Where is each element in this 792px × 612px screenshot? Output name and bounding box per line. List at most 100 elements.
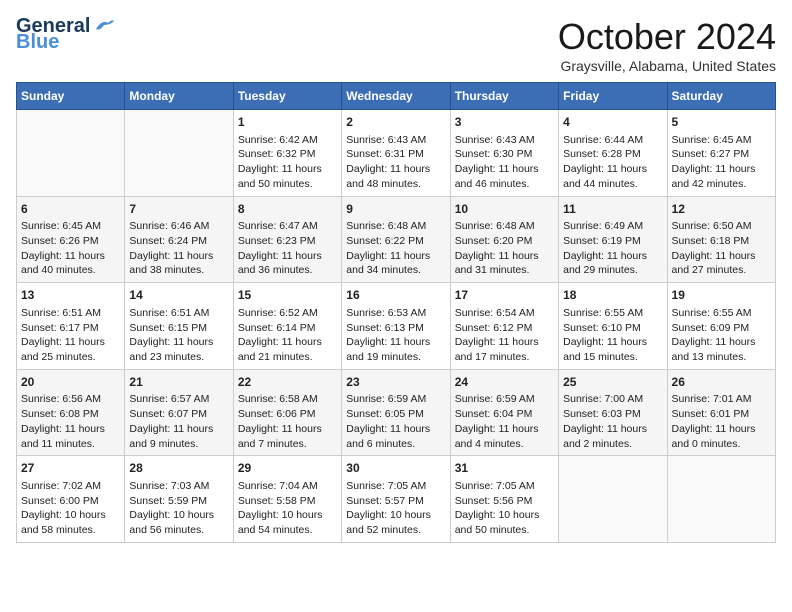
day-number: 31 [455, 460, 554, 477]
sunset-text: Sunset: 6:03 PM [563, 407, 662, 422]
calendar-cell: 2Sunrise: 6:43 AMSunset: 6:31 PMDaylight… [342, 110, 450, 197]
header-monday: Monday [125, 83, 233, 110]
page-header: General Blue October 2024 Graysville, Al… [16, 16, 776, 74]
sunrise-text: Sunrise: 6:56 AM [21, 392, 120, 407]
daylight-text: Daylight: 11 hours and 6 minutes. [346, 422, 445, 451]
sunrise-text: Sunrise: 7:01 AM [672, 392, 771, 407]
calendar-cell: 1Sunrise: 6:42 AMSunset: 6:32 PMDaylight… [233, 110, 341, 197]
daylight-text: Daylight: 10 hours and 58 minutes. [21, 508, 120, 537]
header-friday: Friday [559, 83, 667, 110]
day-number: 12 [672, 201, 771, 218]
daylight-text: Daylight: 11 hours and 48 minutes. [346, 162, 445, 191]
day-number: 14 [129, 287, 228, 304]
sunset-text: Sunset: 6:22 PM [346, 234, 445, 249]
daylight-text: Daylight: 11 hours and 9 minutes. [129, 422, 228, 451]
calendar-cell: 28Sunrise: 7:03 AMSunset: 5:59 PMDayligh… [125, 456, 233, 543]
sunset-text: Sunset: 6:04 PM [455, 407, 554, 422]
daylight-text: Daylight: 11 hours and 11 minutes. [21, 422, 120, 451]
daylight-text: Daylight: 11 hours and 13 minutes. [672, 335, 771, 364]
calendar-cell: 31Sunrise: 7:05 AMSunset: 5:56 PMDayligh… [450, 456, 558, 543]
daylight-text: Daylight: 11 hours and 27 minutes. [672, 249, 771, 278]
calendar-cell: 14 Sunrise: 6:51 AMSunset: 6:15 PMDayligh… [125, 283, 233, 370]
calendar-cell: 5Sunrise: 6:45 AMSunset: 6:27 PMDaylight… [667, 110, 775, 197]
day-number: 16 [346, 287, 445, 304]
day-number: 3 [455, 114, 554, 131]
header-wednesday: Wednesday [342, 83, 450, 110]
sunrise-text: Sunrise: 7:00 AM [563, 392, 662, 407]
sunrise-text: Sunrise: 6:53 AM [346, 306, 445, 321]
week-row-1: 6Sunrise: 6:45 AMSunset: 6:26 PMDaylight… [17, 196, 776, 283]
sunrise-text: Sunrise: 6:46 AM [129, 219, 228, 234]
day-number: 6 [21, 201, 120, 218]
sunset-text: Sunset: 6:09 PM [672, 321, 771, 336]
day-number: 24 [455, 374, 554, 391]
week-row-4: 27Sunrise: 7:02 AMSunset: 6:00 PMDayligh… [17, 456, 776, 543]
sunset-text: Sunset: 6:15 PM [129, 321, 228, 336]
calendar-cell: 8Sunrise: 6:47 AMSunset: 6:23 PMDaylight… [233, 196, 341, 283]
calendar-cell: 17Sunrise: 6:54 AMSunset: 6:12 PMDayligh… [450, 283, 558, 370]
sunset-text: Sunset: 5:58 PM [238, 494, 337, 509]
sunrise-text: Sunrise: 6:45 AM [672, 133, 771, 148]
sunset-text: Sunset: 6:10 PM [563, 321, 662, 336]
sunset-text: Sunset: 6:28 PM [563, 147, 662, 162]
sunset-text: Sunset: 6:30 PM [455, 147, 554, 162]
daylight-text: Daylight: 10 hours and 52 minutes. [346, 508, 445, 537]
calendar-table: SundayMondayTuesdayWednesdayThursdayFrid… [16, 82, 776, 543]
calendar-cell: 27Sunrise: 7:02 AMSunset: 6:00 PMDayligh… [17, 456, 125, 543]
sunrise-text: Sunrise: 6:50 AM [672, 219, 771, 234]
calendar-cell: 7Sunrise: 6:46 AMSunset: 6:24 PMDaylight… [125, 196, 233, 283]
sunset-text: Sunset: 6:07 PM [129, 407, 228, 422]
daylight-text: Daylight: 11 hours and 29 minutes. [563, 249, 662, 278]
daylight-text: Daylight: 11 hours and 2 minutes. [563, 422, 662, 451]
sunrise-text: Sunrise: 6:55 AM [563, 306, 662, 321]
calendar-cell: 20Sunrise: 6:56 AMSunset: 6:08 PMDayligh… [17, 369, 125, 456]
calendar-cell: 12Sunrise: 6:50 AMSunset: 6:18 PMDayligh… [667, 196, 775, 283]
daylight-text: Daylight: 10 hours and 56 minutes. [129, 508, 228, 537]
sunrise-text: Sunrise: 6:49 AM [563, 219, 662, 234]
sunset-text: Sunset: 6:20 PM [455, 234, 554, 249]
sunset-text: Sunset: 6:24 PM [129, 234, 228, 249]
sunrise-text: Sunrise: 6:54 AM [455, 306, 554, 321]
sunset-text: Sunset: 6:27 PM [672, 147, 771, 162]
title-block: October 2024 Graysville, Alabama, United… [558, 16, 776, 74]
sunset-text: Sunset: 6:26 PM [21, 234, 120, 249]
header-row: SundayMondayTuesdayWednesdayThursdayFrid… [17, 83, 776, 110]
calendar-cell: 25Sunrise: 7:00 AMSunset: 6:03 PMDayligh… [559, 369, 667, 456]
logo-blue-text: Blue [16, 32, 59, 52]
calendar-cell: 22Sunrise: 6:58 AMSunset: 6:06 PMDayligh… [233, 369, 341, 456]
sunset-text: Sunset: 6:32 PM [238, 147, 337, 162]
calendar-cell: 24Sunrise: 6:59 AMSunset: 6:04 PMDayligh… [450, 369, 558, 456]
sunrise-text: Sunrise: 7:03 AM [129, 479, 228, 494]
calendar-cell: 18Sunrise: 6:55 AMSunset: 6:10 PMDayligh… [559, 283, 667, 370]
month-title: October 2024 [558, 16, 776, 58]
day-number: 19 [672, 287, 771, 304]
sunrise-text: Sunrise: 6:59 AM [346, 392, 445, 407]
day-number: 10 [455, 201, 554, 218]
calendar-cell: 13Sunrise: 6:51 AMSunset: 6:17 PMDayligh… [17, 283, 125, 370]
calendar-cell: 29Sunrise: 7:04 AMSunset: 5:58 PMDayligh… [233, 456, 341, 543]
sunset-text: Sunset: 6:31 PM [346, 147, 445, 162]
sunset-text: Sunset: 6:14 PM [238, 321, 337, 336]
sunrise-text: Sunrise: 6:51 AM [21, 306, 120, 321]
sunrise-text: Sunrise: 7:04 AM [238, 479, 337, 494]
calendar-cell [125, 110, 233, 197]
calendar-cell: 4Sunrise: 6:44 AMSunset: 6:28 PMDaylight… [559, 110, 667, 197]
calendar-cell: 15Sunrise: 6:52 AMSunset: 6:14 PMDayligh… [233, 283, 341, 370]
daylight-text: Daylight: 11 hours and 34 minutes. [346, 249, 445, 278]
day-number: 17 [455, 287, 554, 304]
daylight-text: Daylight: 10 hours and 50 minutes. [455, 508, 554, 537]
sunrise-text: Sunrise: 6:55 AM [672, 306, 771, 321]
daylight-text: Daylight: 11 hours and 23 minutes. [129, 335, 228, 364]
sunset-text: Sunset: 5:57 PM [346, 494, 445, 509]
calendar-cell: 19 Sunrise: 6:55 AMSunset: 6:09 PMDayligh… [667, 283, 775, 370]
sunrise-text: Sunrise: 6:51 AM [129, 306, 228, 321]
day-number: 11 [563, 201, 662, 218]
sunrise-text: Sunrise: 7:05 AM [455, 479, 554, 494]
sunset-text: Sunset: 6:05 PM [346, 407, 445, 422]
daylight-text: Daylight: 11 hours and 4 minutes. [455, 422, 554, 451]
day-number: 29 [238, 460, 337, 477]
daylight-text: Daylight: 11 hours and 0 minutes. [672, 422, 771, 451]
day-number: 18 [563, 287, 662, 304]
header-tuesday: Tuesday [233, 83, 341, 110]
calendar-cell: 16Sunrise: 6:53 AMSunset: 6:13 PMDayligh… [342, 283, 450, 370]
